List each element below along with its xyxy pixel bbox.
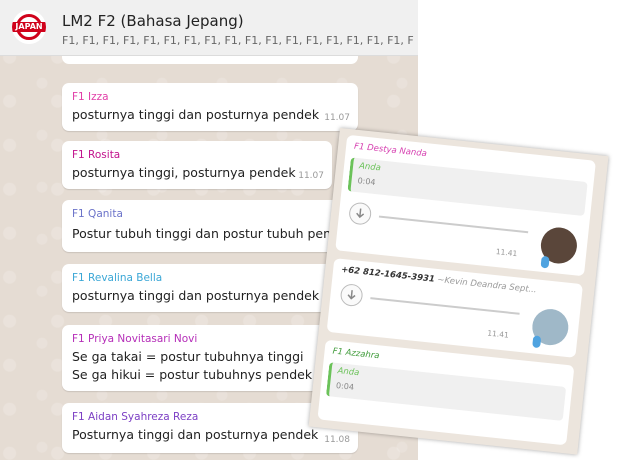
message-sender: F1 Priya Novitasari Novi: [72, 333, 198, 345]
mic-icon: [540, 255, 550, 269]
download-arrow-icon: [347, 290, 356, 300]
avatar-label: JAPAN: [12, 22, 46, 32]
quoted-reply[interactable]: Anda 0:04: [325, 362, 567, 421]
message-sender: F1 Revalina Bella: [72, 272, 163, 284]
message-text: posturnya tinggi, posturnya pendek: [72, 165, 296, 180]
group-title: LM2 F2 (Bahasa Jepang): [62, 12, 244, 30]
voice-message-card[interactable]: F1 Destya Nanda Anda 0:04 11.41: [335, 134, 596, 277]
message-sender: F1 Aidan Syahreza Reza: [72, 411, 199, 423]
download-arrow-icon: [356, 208, 365, 219]
quoted-reply[interactable]: Anda 0:04: [347, 157, 588, 217]
voice-sender: F1 Destya Nanda: [353, 141, 428, 160]
message-time: 11.07: [324, 113, 350, 123]
download-button[interactable]: [348, 201, 373, 226]
message-sender: F1 Izza: [72, 91, 109, 103]
quote-author: Anda: [358, 161, 382, 174]
message-bubble[interactable]: F1 Rosita posturnya tinggi, posturnya pe…: [62, 141, 332, 189]
mic-icon: [532, 335, 542, 349]
message-bubble[interactable]: F1 Revalina Bella posturnya tinggi dan p…: [62, 264, 358, 312]
message-text: Postur tubuh tinggi dan postur tubuh pen…: [72, 226, 354, 241]
message-time: 11.07: [298, 171, 324, 181]
message-text: Se ga takai = postur tubuhnya tinggi: [72, 349, 304, 364]
voice-sender: +62 812-1645-3931 ~Kevin Deandra Sept...: [340, 264, 538, 296]
message-text: posturnya tinggi dan posturnya pendek: [72, 288, 320, 303]
voice-message-card[interactable]: F1 Azzahra Anda 0:04: [317, 339, 575, 446]
quote-duration: 0:04: [335, 381, 355, 392]
chat-header[interactable]: JAPAN LM2 F2 (Bahasa Jepang) F1, F1, F1,…: [0, 0, 418, 56]
message-text: Posturnya tinggi dan posturnya pendek: [72, 427, 319, 442]
message-sender: F1 Qanita: [72, 208, 123, 220]
message-text: posturnya tinggi dan posturnya pendek: [72, 107, 320, 122]
message-text: Se ga hikui = postur tubuhnys pendek: [72, 367, 313, 382]
group-avatar[interactable]: JAPAN: [12, 10, 46, 44]
group-members: F1, F1, F1, F1, F1, F1, F1, F1, F1, F1, …: [62, 34, 414, 47]
message-sender: F1 Rosita: [72, 149, 121, 161]
audio-progress-track[interactable]: [370, 297, 520, 315]
message-bubble[interactable]: F1 Qanita Postur tubuh tinggi dan postur…: [62, 200, 358, 252]
voice-notes-screenshot: F1 Destya Nanda Anda 0:04 11.41 +62 812-…: [308, 128, 609, 455]
quote-duration: 0:04: [357, 176, 376, 187]
voice-sender: F1 Azzahra: [332, 346, 380, 362]
voice-time: 11.41: [495, 247, 518, 259]
message-bubble[interactable]: F1 Izza posturnya tinggi dan posturnya p…: [62, 83, 358, 131]
voice-time: 11.41: [486, 328, 510, 340]
message-time: 11.08: [324, 435, 350, 445]
download-button[interactable]: [339, 283, 364, 308]
quote-author: Anda: [337, 366, 360, 379]
audio-progress-track[interactable]: [378, 215, 529, 234]
